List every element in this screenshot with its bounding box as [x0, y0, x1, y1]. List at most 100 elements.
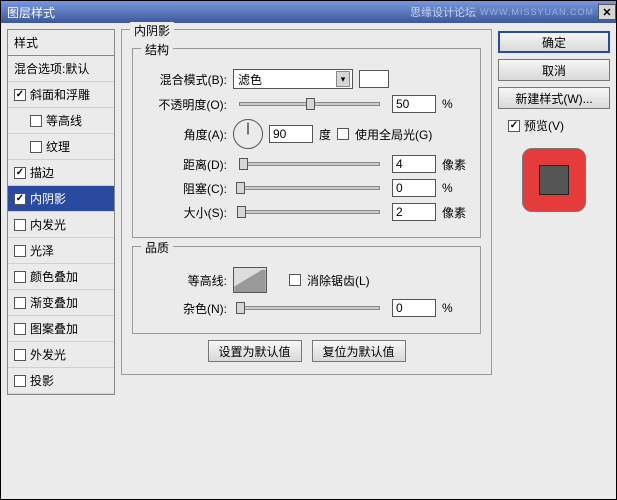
body: 样式 混合选项:默认斜面和浮雕等高线纹理描边内阴影内发光光泽颜色叠加渐变叠加图案…	[1, 23, 616, 499]
style-checkbox[interactable]	[30, 115, 42, 127]
choke-thumb[interactable]	[236, 182, 245, 194]
style-item-9[interactable]: 渐变叠加	[8, 290, 114, 316]
style-item-label: 纹理	[46, 138, 70, 155]
style-item-2[interactable]: 等高线	[8, 108, 114, 134]
preview-row: 预览(V)	[508, 117, 610, 134]
title: 图层样式	[7, 4, 55, 21]
style-item-3[interactable]: 纹理	[8, 134, 114, 160]
antialias-checkbox[interactable]	[289, 274, 301, 286]
style-checkbox[interactable]	[14, 245, 26, 257]
style-item-8[interactable]: 颜色叠加	[8, 264, 114, 290]
layer-style-dialog: 图层样式 思缘设计论坛 WWW.MISSYUAN.COM ✕ 样式 混合选项:默…	[0, 0, 617, 500]
style-checkbox[interactable]	[14, 297, 26, 309]
style-item-12[interactable]: 投影	[8, 368, 114, 394]
noise-thumb[interactable]	[236, 302, 245, 314]
opacity-thumb[interactable]	[306, 98, 315, 110]
preview-inner	[539, 165, 569, 195]
opacity-unit: %	[442, 97, 470, 111]
titlebar-right: 思缘设计论坛 WWW.MISSYUAN.COM ✕	[410, 4, 616, 20]
size-input[interactable]: 2	[392, 203, 436, 221]
noise-slider[interactable]	[239, 306, 380, 310]
opacity-label: 不透明度(O):	[143, 96, 227, 113]
size-row: 大小(S): 2 像素	[143, 203, 470, 221]
style-item-label: 斜面和浮雕	[30, 86, 90, 103]
style-checkbox[interactable]	[14, 167, 26, 179]
close-button[interactable]: ✕	[598, 4, 616, 20]
style-checkbox[interactable]	[14, 349, 26, 361]
style-checkbox[interactable]	[14, 375, 26, 387]
angle-knob[interactable]	[233, 119, 263, 149]
global-light-checkbox[interactable]	[337, 128, 349, 140]
style-item-0[interactable]: 混合选项:默认	[8, 56, 114, 82]
reset-default-button[interactable]: 复位为默认值	[312, 340, 406, 362]
noise-row: 杂色(N): 0 %	[143, 299, 470, 317]
cancel-button[interactable]: 取消	[498, 59, 610, 81]
blend-row: 混合模式(B): 滤色 ▾	[143, 69, 470, 89]
style-item-5[interactable]: 内阴影	[8, 186, 114, 212]
style-item-label: 颜色叠加	[30, 268, 78, 285]
preview-checkbox[interactable]	[508, 120, 520, 132]
style-item-6[interactable]: 内发光	[8, 212, 114, 238]
choke-slider[interactable]	[239, 186, 380, 190]
noise-input[interactable]: 0	[392, 299, 436, 317]
style-item-7[interactable]: 光泽	[8, 238, 114, 264]
titlebar[interactable]: 图层样式 思缘设计论坛 WWW.MISSYUAN.COM ✕	[1, 1, 616, 23]
blend-label: 混合模式(B):	[143, 71, 227, 88]
style-checkbox[interactable]	[14, 271, 26, 283]
make-default-button[interactable]: 设置为默认值	[208, 340, 302, 362]
style-item-label: 外发光	[30, 346, 66, 363]
style-item-label: 混合选项:默认	[14, 60, 89, 77]
ok-button[interactable]: 确定	[498, 31, 610, 53]
style-checkbox[interactable]	[14, 323, 26, 335]
effect-title: 内阴影	[130, 22, 174, 39]
style-item-label: 内阴影	[30, 190, 66, 207]
preview-swatch	[522, 148, 586, 212]
choke-unit: %	[442, 181, 470, 195]
style-item-label: 投影	[30, 372, 54, 389]
watermark: 思缘设计论坛	[410, 4, 476, 20]
style-item-label: 图案叠加	[30, 320, 78, 337]
distance-slider[interactable]	[239, 162, 380, 166]
choke-input[interactable]: 0	[392, 179, 436, 197]
left-panel: 样式 混合选项:默认斜面和浮雕等高线纹理描边内阴影内发光光泽颜色叠加渐变叠加图案…	[7, 29, 115, 493]
center-panel: 内阴影 结构 混合模式(B): 滤色 ▾ 不透明度(O):	[121, 29, 492, 493]
effect-panel: 内阴影 结构 混合模式(B): 滤色 ▾ 不透明度(O):	[121, 29, 492, 375]
blend-mode-dropdown[interactable]: 滤色 ▾	[233, 69, 353, 89]
style-checkbox[interactable]	[30, 141, 42, 153]
distance-thumb[interactable]	[239, 158, 248, 170]
preview-label: 预览(V)	[524, 117, 564, 134]
opacity-slider[interactable]	[239, 102, 380, 106]
size-thumb[interactable]	[237, 206, 246, 218]
angle-label: 角度(A):	[143, 126, 227, 143]
style-checkbox[interactable]	[14, 219, 26, 231]
style-item-11[interactable]: 外发光	[8, 342, 114, 368]
opacity-input[interactable]: 50	[392, 95, 436, 113]
angle-input[interactable]: 90	[269, 125, 313, 143]
angle-unit: 度	[319, 126, 331, 143]
style-item-4[interactable]: 描边	[8, 160, 114, 186]
size-unit: 像素	[442, 204, 470, 221]
structure-group: 结构 混合模式(B): 滤色 ▾ 不透明度(O): 50 %	[132, 48, 481, 238]
noise-label: 杂色(N):	[143, 300, 227, 317]
shadow-color-swatch[interactable]	[359, 70, 389, 88]
contour-picker[interactable]	[233, 267, 267, 293]
distance-unit: 像素	[442, 156, 470, 173]
blend-mode-value: 滤色	[238, 71, 262, 88]
style-item-1[interactable]: 斜面和浮雕	[8, 82, 114, 108]
default-buttons-row: 设置为默认值 复位为默认值	[132, 340, 481, 362]
choke-row: 阻塞(C): 0 %	[143, 179, 470, 197]
new-style-button[interactable]: 新建样式(W)...	[498, 87, 610, 109]
distance-input[interactable]: 4	[392, 155, 436, 173]
style-item-label: 描边	[30, 164, 54, 181]
size-slider[interactable]	[239, 210, 380, 214]
style-checkbox[interactable]	[14, 193, 26, 205]
style-item-label: 渐变叠加	[30, 294, 78, 311]
noise-unit: %	[442, 301, 470, 315]
watermark-url: WWW.MISSYUAN.COM	[480, 7, 594, 17]
style-list: 混合选项:默认斜面和浮雕等高线纹理描边内阴影内发光光泽颜色叠加渐变叠加图案叠加外…	[7, 55, 115, 395]
styles-header[interactable]: 样式	[7, 29, 115, 55]
style-checkbox[interactable]	[14, 89, 26, 101]
style-item-label: 光泽	[30, 242, 54, 259]
opacity-row: 不透明度(O): 50 %	[143, 95, 470, 113]
style-item-10[interactable]: 图案叠加	[8, 316, 114, 342]
